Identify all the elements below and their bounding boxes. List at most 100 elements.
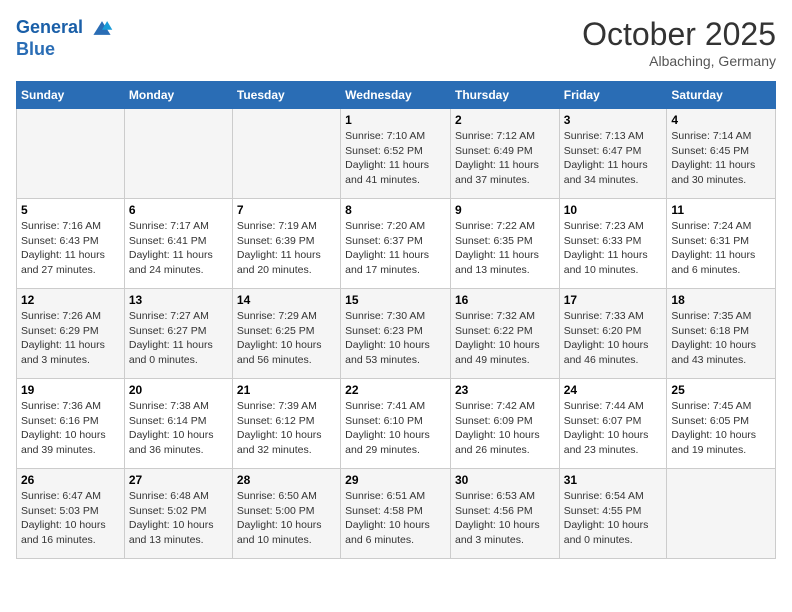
day-content: Sunrise: 7:36 AM Sunset: 6:16 PM Dayligh… xyxy=(21,399,120,458)
day-content: Sunrise: 6:47 AM Sunset: 5:03 PM Dayligh… xyxy=(21,489,120,548)
calendar-cell xyxy=(667,469,776,559)
day-content: Sunrise: 7:38 AM Sunset: 6:14 PM Dayligh… xyxy=(129,399,228,458)
day-number: 28 xyxy=(237,473,336,487)
day-content: Sunrise: 7:32 AM Sunset: 6:22 PM Dayligh… xyxy=(455,309,555,368)
day-content: Sunrise: 7:41 AM Sunset: 6:10 PM Dayligh… xyxy=(345,399,446,458)
day-content: Sunrise: 7:44 AM Sunset: 6:07 PM Dayligh… xyxy=(564,399,663,458)
calendar-cell: 14 Sunrise: 7:29 AM Sunset: 6:25 PM Dayli… xyxy=(232,289,340,379)
calendar-table: SundayMondayTuesdayWednesdayThursdayFrid… xyxy=(16,81,776,559)
day-number: 12 xyxy=(21,293,120,307)
calendar-cell: 28 Sunrise: 6:50 AM Sunset: 5:00 PM Dayli… xyxy=(232,469,340,559)
calendar-cell: 30 Sunrise: 6:53 AM Sunset: 4:56 PM Dayli… xyxy=(450,469,559,559)
day-content: Sunrise: 7:42 AM Sunset: 6:09 PM Dayligh… xyxy=(455,399,555,458)
calendar-cell: 1Sunrise: 7:10 AM Sunset: 6:52 PM Daylig… xyxy=(341,109,451,199)
location: Albaching, Germany xyxy=(582,53,776,69)
calendar-cell: 6 Sunrise: 7:17 AM Sunset: 6:41 PM Daylig… xyxy=(124,199,232,289)
day-content: Sunrise: 7:33 AM Sunset: 6:20 PM Dayligh… xyxy=(564,309,663,368)
day-content: Sunrise: 6:50 AM Sunset: 5:00 PM Dayligh… xyxy=(237,489,336,548)
day-number: 22 xyxy=(345,383,446,397)
logo-blue: Blue xyxy=(16,40,114,60)
day-content: Sunrise: 7:16 AM Sunset: 6:43 PM Dayligh… xyxy=(21,219,120,278)
calendar-cell: 4Sunrise: 7:14 AM Sunset: 6:45 PM Daylig… xyxy=(667,109,776,199)
calendar-cell: 15Sunrise: 7:30 AM Sunset: 6:23 PM Dayli… xyxy=(341,289,451,379)
day-content: Sunrise: 6:48 AM Sunset: 5:02 PM Dayligh… xyxy=(129,489,228,548)
logo-general: General xyxy=(16,17,83,37)
day-number: 18 xyxy=(671,293,771,307)
day-number: 7 xyxy=(237,203,336,217)
calendar-cell: 19 Sunrise: 7:36 AM Sunset: 6:16 PM Dayli… xyxy=(17,379,125,469)
calendar-cell: 23 Sunrise: 7:42 AM Sunset: 6:09 PM Dayli… xyxy=(450,379,559,469)
day-content: Sunrise: 7:10 AM Sunset: 6:52 PM Dayligh… xyxy=(345,129,446,188)
calendar-cell: 7Sunrise: 7:19 AM Sunset: 6:39 PM Daylig… xyxy=(232,199,340,289)
logo-text: General xyxy=(16,16,114,40)
day-number: 4 xyxy=(671,113,771,127)
day-number: 9 xyxy=(455,203,555,217)
day-number: 23 xyxy=(455,383,555,397)
week-row-2: 12 Sunrise: 7:26 AM Sunset: 6:29 PM Dayli… xyxy=(17,289,776,379)
day-content: Sunrise: 6:54 AM Sunset: 4:55 PM Dayligh… xyxy=(564,489,663,548)
header-day-thursday: Thursday xyxy=(450,82,559,109)
day-number: 11 xyxy=(671,203,771,217)
day-content: Sunrise: 7:35 AM Sunset: 6:18 PM Dayligh… xyxy=(671,309,771,368)
week-row-1: 5Sunrise: 7:16 AM Sunset: 6:43 PM Daylig… xyxy=(17,199,776,289)
calendar-cell: 16 Sunrise: 7:32 AM Sunset: 6:22 PM Dayli… xyxy=(450,289,559,379)
calendar-cell: 25 Sunrise: 7:45 AM Sunset: 6:05 PM Dayli… xyxy=(667,379,776,469)
day-content: Sunrise: 7:27 AM Sunset: 6:27 PM Dayligh… xyxy=(129,309,228,368)
day-number: 30 xyxy=(455,473,555,487)
calendar-cell: 10 Sunrise: 7:23 AM Sunset: 6:33 PM Dayli… xyxy=(559,199,667,289)
day-content: Sunrise: 7:20 AM Sunset: 6:37 PM Dayligh… xyxy=(345,219,446,278)
calendar-cell: 17 Sunrise: 7:33 AM Sunset: 6:20 PM Dayli… xyxy=(559,289,667,379)
day-content: Sunrise: 7:24 AM Sunset: 6:31 PM Dayligh… xyxy=(671,219,771,278)
header-day-saturday: Saturday xyxy=(667,82,776,109)
calendar-cell: 12 Sunrise: 7:26 AM Sunset: 6:29 PM Dayli… xyxy=(17,289,125,379)
day-number: 20 xyxy=(129,383,228,397)
header-row: SundayMondayTuesdayWednesdayThursdayFrid… xyxy=(17,82,776,109)
day-number: 10 xyxy=(564,203,663,217)
day-content: Sunrise: 7:45 AM Sunset: 6:05 PM Dayligh… xyxy=(671,399,771,458)
header-day-friday: Friday xyxy=(559,82,667,109)
day-number: 14 xyxy=(237,293,336,307)
day-content: Sunrise: 7:23 AM Sunset: 6:33 PM Dayligh… xyxy=(564,219,663,278)
calendar-cell: 5Sunrise: 7:16 AM Sunset: 6:43 PM Daylig… xyxy=(17,199,125,289)
day-content: Sunrise: 6:53 AM Sunset: 4:56 PM Dayligh… xyxy=(455,489,555,548)
day-content: Sunrise: 7:12 AM Sunset: 6:49 PM Dayligh… xyxy=(455,129,555,188)
day-number: 26 xyxy=(21,473,120,487)
logo-icon xyxy=(90,16,114,40)
day-number: 17 xyxy=(564,293,663,307)
day-number: 3 xyxy=(564,113,663,127)
header-day-wednesday: Wednesday xyxy=(341,82,451,109)
month-title: October 2025 xyxy=(582,16,776,53)
day-number: 6 xyxy=(129,203,228,217)
day-content: Sunrise: 7:22 AM Sunset: 6:35 PM Dayligh… xyxy=(455,219,555,278)
day-content: Sunrise: 7:39 AM Sunset: 6:12 PM Dayligh… xyxy=(237,399,336,458)
day-number: 15 xyxy=(345,293,446,307)
day-number: 16 xyxy=(455,293,555,307)
day-content: Sunrise: 6:51 AM Sunset: 4:58 PM Dayligh… xyxy=(345,489,446,548)
header-day-monday: Monday xyxy=(124,82,232,109)
calendar-cell: 2 Sunrise: 7:12 AM Sunset: 6:49 PM Daylig… xyxy=(450,109,559,199)
calendar-cell xyxy=(232,109,340,199)
calendar-cell: 31Sunrise: 6:54 AM Sunset: 4:55 PM Dayli… xyxy=(559,469,667,559)
day-content: Sunrise: 7:26 AM Sunset: 6:29 PM Dayligh… xyxy=(21,309,120,368)
day-content: Sunrise: 7:13 AM Sunset: 6:47 PM Dayligh… xyxy=(564,129,663,188)
calendar-cell: 18 Sunrise: 7:35 AM Sunset: 6:18 PM Dayli… xyxy=(667,289,776,379)
day-number: 13 xyxy=(129,293,228,307)
day-number: 2 xyxy=(455,113,555,127)
calendar-cell xyxy=(124,109,232,199)
page-header: General Blue October 2025 Albaching, Ger… xyxy=(16,16,776,69)
day-number: 8 xyxy=(345,203,446,217)
logo: General Blue xyxy=(16,16,114,60)
calendar-cell: 22 Sunrise: 7:41 AM Sunset: 6:10 PM Dayli… xyxy=(341,379,451,469)
calendar-cell: 8 Sunrise: 7:20 AM Sunset: 6:37 PM Daylig… xyxy=(341,199,451,289)
day-number: 21 xyxy=(237,383,336,397)
calendar-cell: 9 Sunrise: 7:22 AM Sunset: 6:35 PM Daylig… xyxy=(450,199,559,289)
day-number: 25 xyxy=(671,383,771,397)
day-number: 19 xyxy=(21,383,120,397)
day-number: 27 xyxy=(129,473,228,487)
day-content: Sunrise: 7:17 AM Sunset: 6:41 PM Dayligh… xyxy=(129,219,228,278)
day-content: Sunrise: 7:29 AM Sunset: 6:25 PM Dayligh… xyxy=(237,309,336,368)
header-day-sunday: Sunday xyxy=(17,82,125,109)
week-row-4: 26 Sunrise: 6:47 AM Sunset: 5:03 PM Dayli… xyxy=(17,469,776,559)
calendar-cell: 26 Sunrise: 6:47 AM Sunset: 5:03 PM Dayli… xyxy=(17,469,125,559)
calendar-cell: 21 Sunrise: 7:39 AM Sunset: 6:12 PM Dayli… xyxy=(232,379,340,469)
